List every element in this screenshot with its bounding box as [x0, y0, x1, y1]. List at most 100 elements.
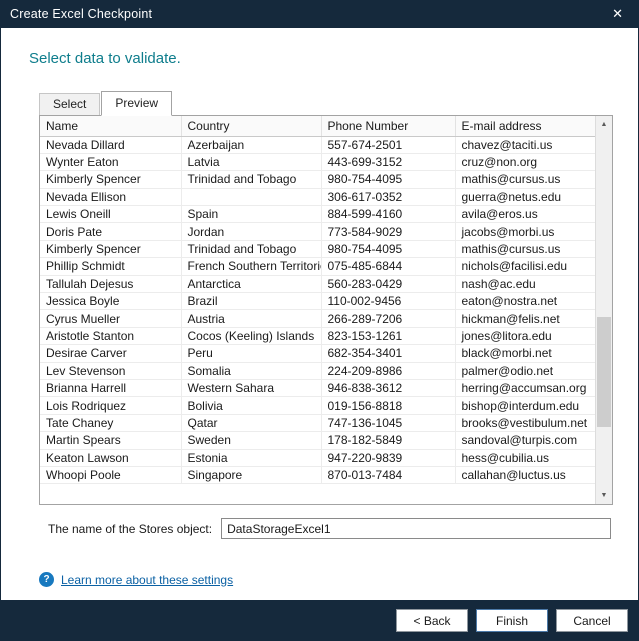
table-cell: 980-754-4095 — [321, 171, 455, 188]
stores-object-input[interactable] — [221, 518, 611, 539]
table-cell: Qatar — [181, 414, 321, 431]
table-row[interactable]: Keaton LawsonEstonia947-220-9839hess@cub… — [40, 449, 595, 466]
table-header-row: NameCountryPhone NumberE-mail address — [40, 116, 595, 136]
table-cell: Western Sahara — [181, 379, 321, 396]
table-cell: Jordan — [181, 223, 321, 240]
table-cell: Tate Chaney — [40, 414, 181, 431]
table-row[interactable]: Aristotle StantonCocos (Keeling) Islands… — [40, 327, 595, 344]
table-cell: jones@litora.edu — [455, 327, 595, 344]
table-cell: avila@eros.us — [455, 206, 595, 223]
table-cell: nichols@facilisi.edu — [455, 258, 595, 275]
table-cell: Latvia — [181, 153, 321, 170]
table-cell: Cocos (Keeling) Islands — [181, 327, 321, 344]
table-cell: 980-754-4095 — [321, 240, 455, 257]
table-cell: hess@cubilia.us — [455, 449, 595, 466]
table-row[interactable]: Cyrus MuellerAustria266-289-7206hickman@… — [40, 310, 595, 327]
table-cell: Doris Pate — [40, 223, 181, 240]
table-cell: black@morbi.net — [455, 345, 595, 362]
table-cell: 443-699-3152 — [321, 153, 455, 170]
learn-more-link[interactable]: Learn more about these settings — [61, 573, 233, 587]
tab-preview[interactable]: Preview — [101, 91, 172, 116]
table-cell: Nevada Ellison — [40, 188, 181, 205]
table-cell: callahan@luctus.us — [455, 466, 595, 483]
data-table: NameCountryPhone NumberE-mail address Ne… — [40, 116, 595, 484]
table-cell: 870-013-7484 — [321, 466, 455, 483]
table-row[interactable]: Doris PateJordan773-584-9029jacobs@morbi… — [40, 223, 595, 240]
table-body: Nevada DillardAzerbaijan557-674-2501chav… — [40, 136, 595, 484]
table-cell: Kimberly Spencer — [40, 171, 181, 188]
table-cell: Estonia — [181, 449, 321, 466]
table-cell: French Southern Territories — [181, 258, 321, 275]
column-header[interactable]: Name — [40, 116, 181, 136]
tab-select[interactable]: Select — [39, 93, 100, 115]
table-cell: Nevada Dillard — [40, 136, 181, 153]
scrollbar-thumb[interactable] — [597, 317, 611, 427]
window-title: Create Excel Checkpoint — [10, 7, 608, 21]
table-cell: sandoval@turpis.com — [455, 432, 595, 449]
back-button[interactable]: < Back — [396, 609, 468, 632]
vertical-scrollbar[interactable]: ▲ ▼ — [595, 116, 612, 504]
table-cell: 110-002-9456 — [321, 293, 455, 310]
scroll-up-icon[interactable]: ▲ — [596, 116, 612, 133]
table-row[interactable]: Nevada Ellison306-617-0352guerra@netus.e… — [40, 188, 595, 205]
table-cell: 224-209-8986 — [321, 362, 455, 379]
table-cell: 773-584-9029 — [321, 223, 455, 240]
table-cell: 560-283-0429 — [321, 275, 455, 292]
table-row[interactable]: Phillip SchmidtFrench Southern Territori… — [40, 258, 595, 275]
table-cell: Cyrus Mueller — [40, 310, 181, 327]
column-header[interactable]: Phone Number — [321, 116, 455, 136]
data-table-wrap: NameCountryPhone NumberE-mail address Ne… — [40, 116, 595, 504]
table-row[interactable]: Nevada DillardAzerbaijan557-674-2501chav… — [40, 136, 595, 153]
table-cell: jacobs@morbi.us — [455, 223, 595, 240]
table-cell: 266-289-7206 — [321, 310, 455, 327]
table-cell: Austria — [181, 310, 321, 327]
table-cell: Lewis Oneill — [40, 206, 181, 223]
table-row[interactable]: Lev StevensonSomalia224-209-8986palmer@o… — [40, 362, 595, 379]
table-row[interactable]: Lois RodriquezBolivia019-156-8818bishop@… — [40, 397, 595, 414]
table-cell: Somalia — [181, 362, 321, 379]
table-cell: Lois Rodriquez — [40, 397, 181, 414]
finish-button[interactable]: Finish — [476, 609, 548, 632]
table-cell: Keaton Lawson — [40, 449, 181, 466]
scroll-down-icon[interactable]: ▼ — [596, 487, 612, 504]
table-cell: eaton@nostra.net — [455, 293, 595, 310]
table-row[interactable]: Lewis OneillSpain884-599-4160avila@eros.… — [40, 206, 595, 223]
table-row[interactable]: Tallulah DejesusAntarctica560-283-0429na… — [40, 275, 595, 292]
table-row[interactable]: Kimberly SpencerTrinidad and Tobago980-7… — [40, 171, 595, 188]
table-row[interactable]: Martin SpearsSweden178-182-5849sandoval@… — [40, 432, 595, 449]
table-row[interactable]: Desirae CarverPeru682-354-3401black@morb… — [40, 345, 595, 362]
table-cell: nash@ac.edu — [455, 275, 595, 292]
preview-table-frame: NameCountryPhone NumberE-mail address Ne… — [39, 115, 613, 505]
table-cell: 823-153-1261 — [321, 327, 455, 344]
table-row[interactable]: Tate ChaneyQatar747-136-1045brooks@vesti… — [40, 414, 595, 431]
table-cell: cruz@non.org — [455, 153, 595, 170]
table-row[interactable]: Wynter EatonLatvia443-699-3152cruz@non.o… — [40, 153, 595, 170]
table-row[interactable]: Whoopi PooleSingapore870-013-7484callaha… — [40, 466, 595, 483]
table-cell: Aristotle Stanton — [40, 327, 181, 344]
table-cell: Whoopi Poole — [40, 466, 181, 483]
table-cell: Wynter Eaton — [40, 153, 181, 170]
titlebar: Create Excel Checkpoint ✕ — [0, 0, 639, 28]
close-icon[interactable]: ✕ — [608, 4, 627, 24]
stores-object-row: The name of the Stores object: — [48, 518, 611, 539]
table-cell: Martin Spears — [40, 432, 181, 449]
table-cell: Sweden — [181, 432, 321, 449]
table-row[interactable]: Brianna HarrellWestern Sahara946-838-361… — [40, 379, 595, 396]
table-row[interactable]: Jessica BoyleBrazil110-002-9456eaton@nos… — [40, 293, 595, 310]
column-header[interactable]: Country — [181, 116, 321, 136]
table-cell: guerra@netus.edu — [455, 188, 595, 205]
stores-object-label: The name of the Stores object: — [48, 522, 212, 536]
table-cell: bishop@interdum.edu — [455, 397, 595, 414]
scrollbar-track[interactable] — [596, 133, 612, 487]
table-cell: Brianna Harrell — [40, 379, 181, 396]
table-row[interactable]: Kimberly SpencerTrinidad and Tobago980-7… — [40, 240, 595, 257]
table-cell: 884-599-4160 — [321, 206, 455, 223]
table-cell: Trinidad and Tobago — [181, 171, 321, 188]
table-cell: 946-838-3612 — [321, 379, 455, 396]
table-cell: 682-354-3401 — [321, 345, 455, 362]
cancel-button[interactable]: Cancel — [556, 609, 628, 632]
footer-bar: < Back Finish Cancel — [0, 600, 639, 641]
dialog-create-excel-checkpoint: Create Excel Checkpoint ✕ Select data to… — [0, 0, 639, 641]
table-cell: chavez@taciti.us — [455, 136, 595, 153]
column-header[interactable]: E-mail address — [455, 116, 595, 136]
